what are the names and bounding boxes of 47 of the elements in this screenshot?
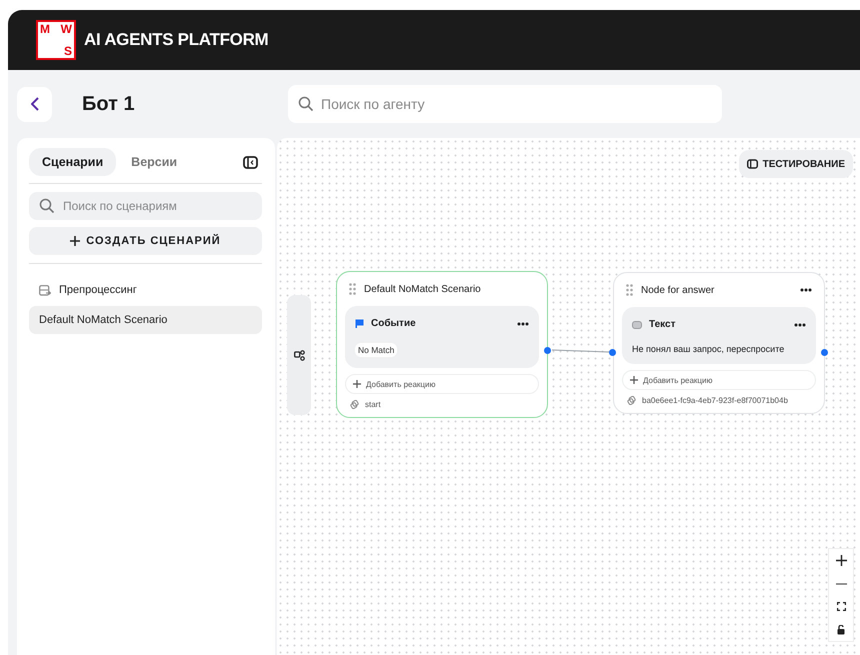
preprocess-icon <box>39 284 51 296</box>
plus-icon <box>353 380 361 388</box>
plus-icon <box>630 376 638 384</box>
flow-node[interactable]: Node for answer Текст Не понял ваш запрос, переспросите Добавить реакцию ba0e6ee1-fc9a-4eb7-923f-e8f70071b04b <box>613 272 825 414</box>
connection-port[interactable] <box>544 347 551 354</box>
logo: M W S <box>36 20 76 60</box>
connection-port[interactable] <box>821 349 828 356</box>
flow-node[interactable]: Default NoMatch Scenario Событие No Match Добавить реакцию start <box>336 271 548 418</box>
block-title: Текст <box>649 319 676 330</box>
search-field[interactable]: Поиск по агенту <box>288 85 722 123</box>
page-title: Бот 1 <box>82 92 136 116</box>
message-icon <box>632 320 642 328</box>
drag-handle-icon[interactable] <box>349 283 356 295</box>
connection-port[interactable] <box>609 349 616 356</box>
connector-line <box>552 350 610 352</box>
node-link: start <box>365 400 381 409</box>
tab[interactable]: Версии <box>118 148 190 176</box>
search-field[interactable]: Поиск по сценариям <box>29 192 262 220</box>
testing-button[interactable]: ТЕСТИРОВАНИЕ <box>738 150 853 178</box>
plus-icon <box>70 236 80 246</box>
drag-handle-icon[interactable] <box>626 284 633 296</box>
search-icon <box>298 96 314 112</box>
event-tag: No Match <box>355 343 398 357</box>
block-title: Событие <box>371 318 416 329</box>
more-icon[interactable] <box>517 322 529 326</box>
create-scenario-button[interactable]: СОЗДАТЬ СЦЕНАРИЙ <box>29 227 262 255</box>
nodes-icon[interactable] <box>294 350 304 360</box>
scenario-item[interactable]: Препроцессинг <box>29 276 262 304</box>
link-icon <box>350 400 359 409</box>
message-text: Не понял ваш запрос, переспросите <box>632 344 786 354</box>
tab[interactable]: Сценарии <box>29 148 116 176</box>
app-title: AI AGENTS PLATFORM <box>84 30 268 50</box>
node-title: Node for answer <box>641 284 714 296</box>
node-link: ba0e6ee1-fc9a-4eb7-923f-e8f70071b04b <box>642 396 788 405</box>
back-icon <box>30 97 38 111</box>
scenario-item[interactable]: Default NoMatch Scenario <box>29 306 262 334</box>
more-icon[interactable] <box>794 322 806 326</box>
back-button[interactable] <box>17 86 52 122</box>
more-icon[interactable] <box>800 288 812 292</box>
sidebar-toggle-icon[interactable] <box>243 156 258 168</box>
add-reaction-button[interactable]: Добавить реакцию <box>345 374 539 394</box>
search-icon <box>39 198 55 214</box>
link-icon <box>627 396 636 405</box>
flag-icon <box>355 319 364 328</box>
add-reaction-button[interactable]: Добавить реакцию <box>622 370 816 390</box>
panel-icon <box>746 159 758 169</box>
node-title: Default NoMatch Scenario <box>364 284 481 294</box>
